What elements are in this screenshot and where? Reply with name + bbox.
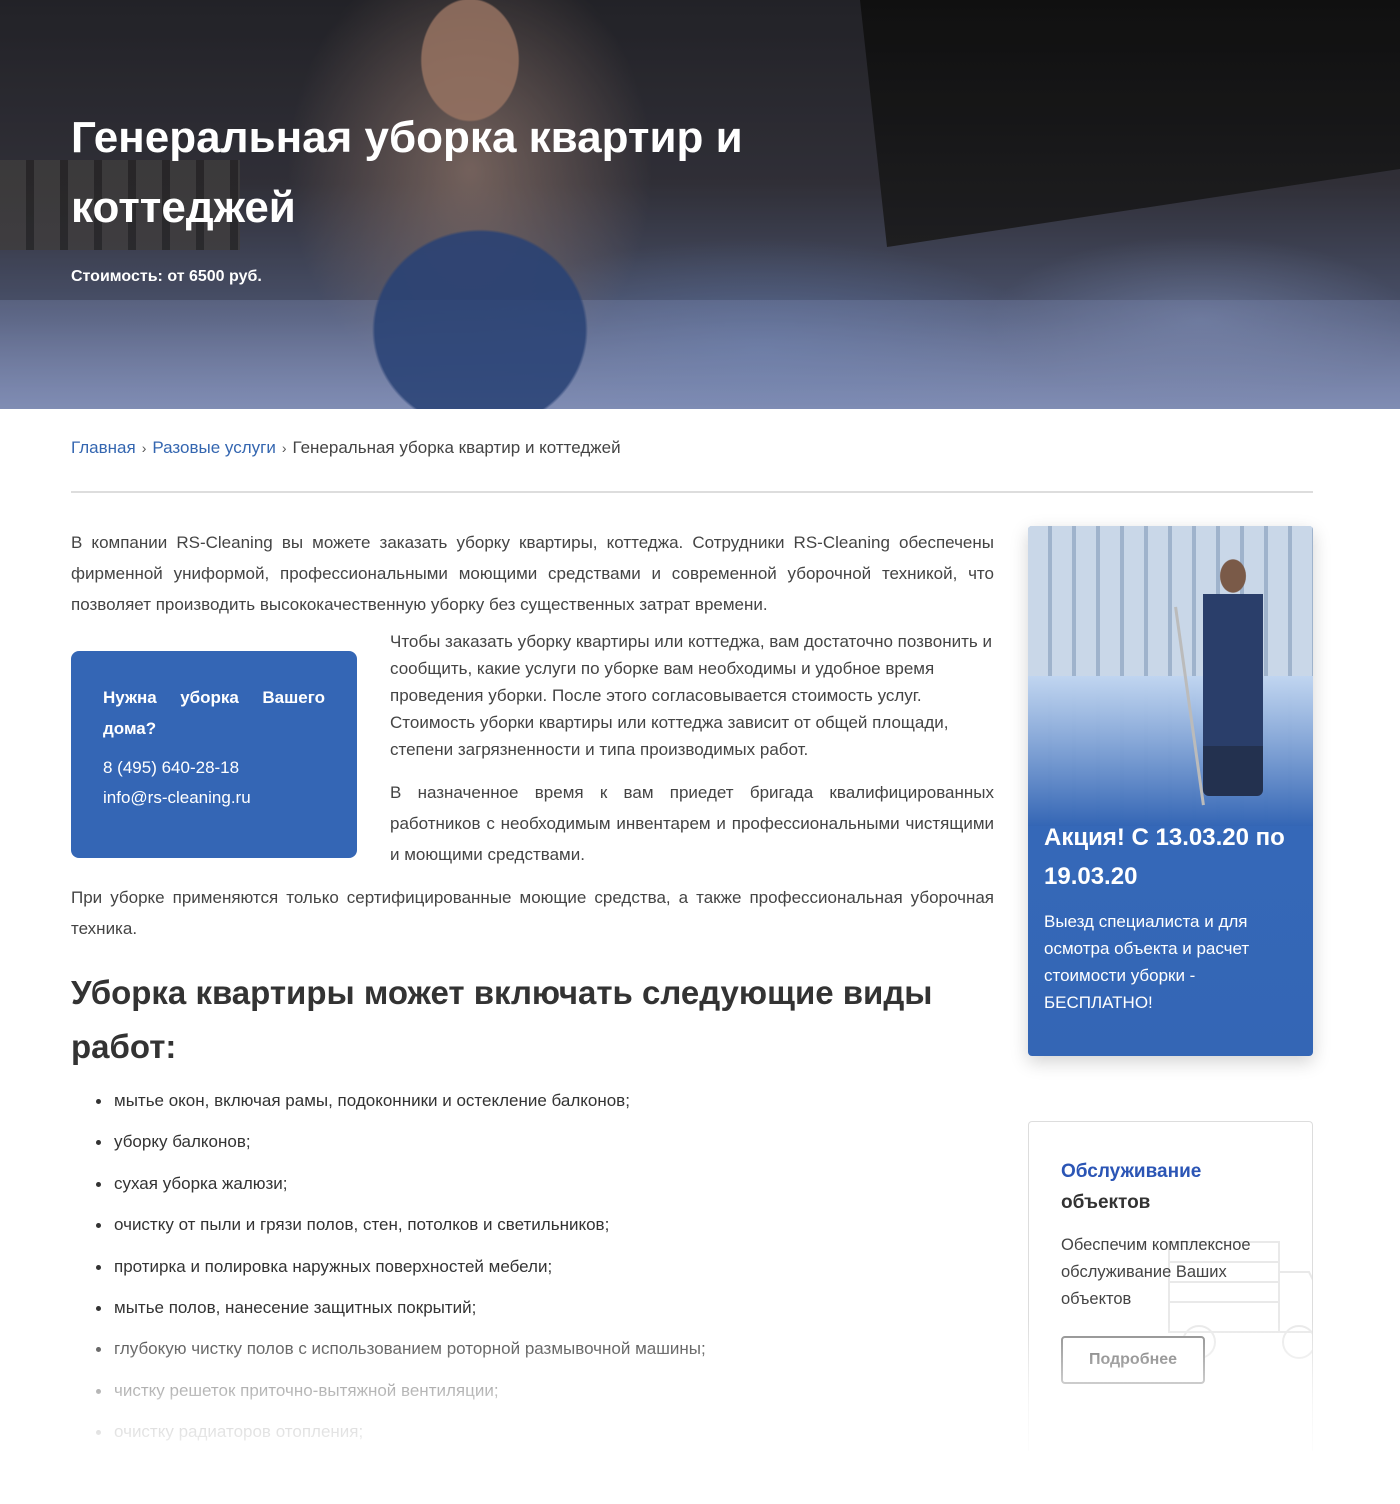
promo-text: Выезд специалиста и для осмотра объекта … bbox=[1044, 912, 1250, 1012]
list-item: сухая уборка жалюзи; bbox=[96, 1169, 706, 1210]
list-item: мытье полов, нанесение защитных покрытий… bbox=[96, 1293, 706, 1334]
list-item: очистку от пыли и грязи полов, стен, пот… bbox=[96, 1210, 706, 1251]
contact-card: Нужна уборка Вашего дома? 8 (495) 640-28… bbox=[71, 651, 357, 858]
contact-title-word: дома? bbox=[103, 719, 157, 738]
service-title-rest: объектов bbox=[1061, 1192, 1151, 1213]
list-item: протирка и полировка наружных поверхност… bbox=[96, 1252, 706, 1293]
hero-banner: Генеральная уборка квартир и коттеджей С… bbox=[0, 0, 1400, 409]
contact-email-link[interactable]: info@rs-cleaning.ru bbox=[103, 783, 325, 813]
services-list: мытье окон, включая рамы, подоконники и … bbox=[96, 1086, 706, 1459]
breadcrumb-current: Генеральная уборка квартир и коттеджей bbox=[292, 438, 621, 457]
contact-phone-link[interactable]: 8 (495) 640-28-18 bbox=[103, 753, 325, 783]
contact-title-word: Нужна bbox=[103, 688, 157, 707]
promo-card[interactable]: Акция! С 13.03.20 по 19.03.20 Выезд спец… bbox=[1028, 526, 1313, 1056]
breadcrumb: Главная › Разовые услуги › Генеральная уборк… bbox=[71, 438, 621, 458]
promo-photo-floor bbox=[1028, 676, 1313, 826]
price-label: Стоимость: от 6500 руб. bbox=[71, 268, 262, 285]
services-list-heading: Уборка квартиры может включать следующие… bbox=[71, 974, 933, 1065]
team-paragraph: В назначенное время к вам приедет бригад… bbox=[390, 783, 994, 864]
promo-photo-worker bbox=[1203, 556, 1263, 796]
more-details-button[interactable]: Подробнее bbox=[1061, 1336, 1205, 1384]
service-title-accent: Обслуживание bbox=[1061, 1161, 1202, 1182]
breadcrumb-separator: › bbox=[141, 440, 147, 456]
list-item: мытье окон, включая рамы, подоконники и … bbox=[96, 1086, 706, 1127]
list-item: уборку балконов; bbox=[96, 1127, 706, 1168]
list-item: глубокую чистку полов с использованием р… bbox=[96, 1334, 706, 1375]
content-divider bbox=[71, 491, 1313, 493]
list-item: чистку решеток приточно-вытяжной вентиля… bbox=[96, 1376, 706, 1417]
list-item: очистку радиаторов отопления; bbox=[96, 1417, 706, 1458]
breadcrumb-separator: › bbox=[281, 440, 287, 456]
service-card: Обслуживание объектов Обеспечим комплекс… bbox=[1028, 1121, 1313, 1451]
intro-paragraph: В компании RS-Cleaning вы можете заказат… bbox=[71, 533, 994, 614]
order-paragraph: Чтобы заказать уборку квартиры или котте… bbox=[390, 632, 992, 759]
breadcrumb-section-link[interactable]: Разовые услуги bbox=[152, 438, 275, 457]
contact-card-title: Нужна уборка Вашего дома? bbox=[103, 682, 325, 744]
certified-paragraph: При уборке применяются только сертифицир… bbox=[71, 888, 994, 938]
promo-title: Акция! С 13.03.20 по 19.03.20 bbox=[1044, 824, 1285, 890]
service-title: Обслуживание объектов bbox=[1061, 1156, 1201, 1218]
page-title: Генеральная уборка квартир и коттеджей bbox=[71, 113, 743, 232]
breadcrumb-home-link[interactable]: Главная bbox=[71, 438, 136, 457]
contact-title-word: уборка bbox=[180, 688, 239, 707]
contact-title-word: Вашего bbox=[262, 688, 325, 707]
service-description: Обеспечим комплексное обслуживание Ваших… bbox=[1061, 1236, 1251, 1308]
